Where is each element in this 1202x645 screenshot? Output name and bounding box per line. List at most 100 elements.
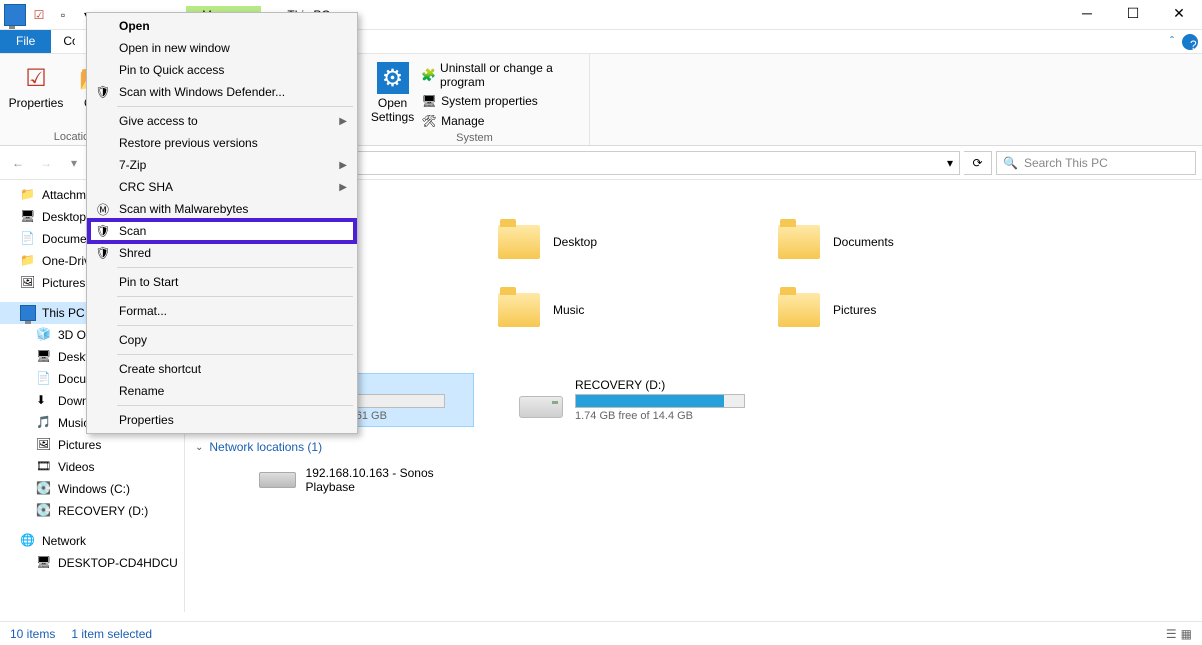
folder-icon bbox=[775, 218, 823, 266]
forward-button[interactable]: → bbox=[34, 151, 58, 175]
manage-icon: 🛠 bbox=[421, 113, 437, 129]
menu-item[interactable]: 🛡Scan with Windows Defender... bbox=[89, 81, 355, 103]
sysprops-icon: 🖥 bbox=[421, 93, 437, 109]
menu-item[interactable]: Open in new window bbox=[89, 37, 355, 59]
manage-label: Manage bbox=[441, 114, 484, 128]
menu-item-label: Format... bbox=[119, 304, 167, 318]
back-button[interactable]: ← bbox=[6, 151, 30, 175]
folder-icon bbox=[775, 286, 823, 334]
network-icon: 🌐 bbox=[20, 533, 36, 549]
item-icon: 🖥 bbox=[36, 349, 52, 365]
uninstall-program-button[interactable]: 🧩Uninstall or change a program bbox=[419, 60, 581, 90]
qat-checkbox-icon[interactable]: ☑ bbox=[28, 4, 50, 26]
item-icon: 📄 bbox=[36, 371, 52, 387]
folder-tile[interactable]: Music bbox=[493, 282, 733, 338]
menu-item-label: Scan with Windows Defender... bbox=[119, 85, 285, 99]
selection-count: 1 item selected bbox=[71, 627, 152, 641]
tree-network[interactable]: 🌐Network bbox=[0, 530, 184, 552]
menu-item[interactable]: Rename bbox=[89, 380, 355, 402]
quick-access-toolbar: ☑ ▫ ▾ bbox=[4, 4, 98, 26]
manage-button[interactable]: 🛠 Manage bbox=[419, 112, 581, 130]
tree-item[interactable]: 💽Windows (C:) bbox=[0, 478, 184, 500]
media-device-icon bbox=[259, 472, 296, 488]
network-location-item[interactable]: 192.168.10.163 - Sonos Playbase bbox=[195, 462, 455, 498]
close-button[interactable]: ✕ bbox=[1156, 0, 1202, 30]
menu-item[interactable]: 🛡Scan bbox=[89, 220, 355, 242]
menu-item[interactable]: Copy bbox=[89, 329, 355, 351]
item-count: 10 items bbox=[10, 627, 55, 641]
menu-item[interactable]: Pin to Quick access bbox=[89, 59, 355, 81]
folder-icon: 📁 bbox=[20, 253, 36, 269]
menu-item-icon: 🛡 bbox=[95, 245, 111, 261]
folder-icon: 🖼 bbox=[20, 275, 36, 291]
folder-icon bbox=[495, 218, 543, 266]
folder-icon: 📁 bbox=[20, 187, 36, 203]
menu-item[interactable]: Properties bbox=[89, 409, 355, 431]
menu-item-label: Create shortcut bbox=[119, 362, 201, 376]
qat-newfolder-icon[interactable]: ▫ bbox=[52, 4, 74, 26]
menu-item-label: Rename bbox=[119, 384, 164, 398]
tree-item[interactable]: 🖥DESKTOP-CD4HDCU bbox=[0, 552, 184, 574]
tree-label: Music bbox=[58, 416, 89, 430]
properties-label: Properties bbox=[9, 96, 64, 110]
folder-tile[interactable]: ⟳Documents bbox=[773, 214, 1013, 270]
properties-button[interactable]: ☑ Properties bbox=[8, 58, 64, 129]
folder-name: Pictures bbox=[833, 303, 876, 317]
menu-item[interactable]: ⓂScan with Malwarebytes bbox=[89, 198, 355, 220]
menu-item[interactable]: 7-Zip▶ bbox=[89, 154, 355, 176]
menu-item[interactable]: 🛡 Shred bbox=[89, 242, 355, 264]
minimize-button[interactable]: ─ bbox=[1064, 0, 1110, 30]
menu-item[interactable]: Give access to▶ bbox=[89, 110, 355, 132]
menu-item[interactable]: Pin to Start bbox=[89, 271, 355, 293]
section-network[interactable]: ⌄ Network locations (1) bbox=[195, 436, 1192, 462]
collapse-ribbon-button[interactable]: ˆ bbox=[1162, 30, 1182, 53]
tree-item[interactable]: 🎞Videos bbox=[0, 456, 184, 478]
sysprops-label: System properties bbox=[441, 94, 538, 108]
icons-view-button[interactable]: ▦ bbox=[1181, 627, 1192, 641]
drive-icon bbox=[517, 378, 565, 418]
menu-item-icon: Ⓜ bbox=[95, 201, 111, 217]
menu-item-label: 7-Zip bbox=[119, 158, 146, 172]
menu-item-label: Give access to bbox=[119, 114, 198, 128]
thispc-icon bbox=[20, 305, 36, 321]
folder-name: Documents bbox=[833, 235, 894, 249]
address-dropdown-icon[interactable]: ▾ bbox=[947, 156, 953, 170]
context-menu[interactable]: Open Open in new windowPin to Quick acces… bbox=[86, 12, 358, 434]
menu-item-icon: 🛡 bbox=[95, 223, 111, 239]
network-location-label: 192.168.10.163 - Sonos Playbase bbox=[306, 466, 451, 494]
computer-tab[interactable]: Computer bbox=[51, 30, 75, 53]
tree-item[interactable]: 💽RECOVERY (D:) bbox=[0, 500, 184, 522]
tree-label: Pictures bbox=[58, 438, 101, 452]
search-box[interactable]: 🔍 Search This PC bbox=[996, 151, 1196, 175]
folder-tile[interactable]: ✔Desktop bbox=[493, 214, 733, 270]
section-label: Network locations (1) bbox=[209, 440, 322, 454]
menu-item-label: Open bbox=[119, 19, 150, 33]
maximize-button[interactable]: ☐ bbox=[1110, 0, 1156, 30]
folder-tile[interactable]: ☁Pictures bbox=[773, 282, 1013, 338]
menu-item[interactable]: Open bbox=[89, 15, 355, 37]
chevron-down-icon: ⌄ bbox=[195, 442, 203, 453]
folder-icon: 📄 bbox=[20, 231, 36, 247]
qat-thispc-icon[interactable] bbox=[4, 4, 26, 26]
menu-item-label: Copy bbox=[119, 333, 147, 347]
uninstall-label: Uninstall or change a program bbox=[440, 61, 579, 89]
help-button[interactable]: ? bbox=[1182, 34, 1198, 50]
details-view-button[interactable]: ☰ bbox=[1166, 627, 1177, 641]
open-settings-button[interactable]: ⚙ Open Settings bbox=[368, 58, 417, 130]
folder-icon bbox=[495, 286, 543, 334]
drive-tile[interactable]: RECOVERY (D:)1.74 GB free of 14.4 GB bbox=[513, 374, 773, 426]
menu-item-label: Pin to Start bbox=[119, 275, 178, 289]
item-icon: ⬇ bbox=[36, 393, 52, 409]
computer-icon: 🖥 bbox=[36, 555, 52, 571]
menu-item[interactable]: Restore previous versions bbox=[89, 132, 355, 154]
recent-locations-button[interactable]: ▾ bbox=[62, 151, 86, 175]
file-tab[interactable]: File bbox=[0, 30, 51, 53]
menu-item[interactable]: CRC SHA▶ bbox=[89, 176, 355, 198]
system-properties-button[interactable]: 🖥 System properties bbox=[419, 92, 581, 110]
menu-item[interactable]: Create shortcut bbox=[89, 358, 355, 380]
refresh-button[interactable]: ⟳ bbox=[964, 151, 992, 175]
tree-item[interactable]: 🖼Pictures bbox=[0, 434, 184, 456]
menu-item[interactable]: Format... bbox=[89, 300, 355, 322]
submenu-arrow-icon: ▶ bbox=[339, 182, 347, 193]
menu-item-label: Shred bbox=[119, 246, 151, 260]
